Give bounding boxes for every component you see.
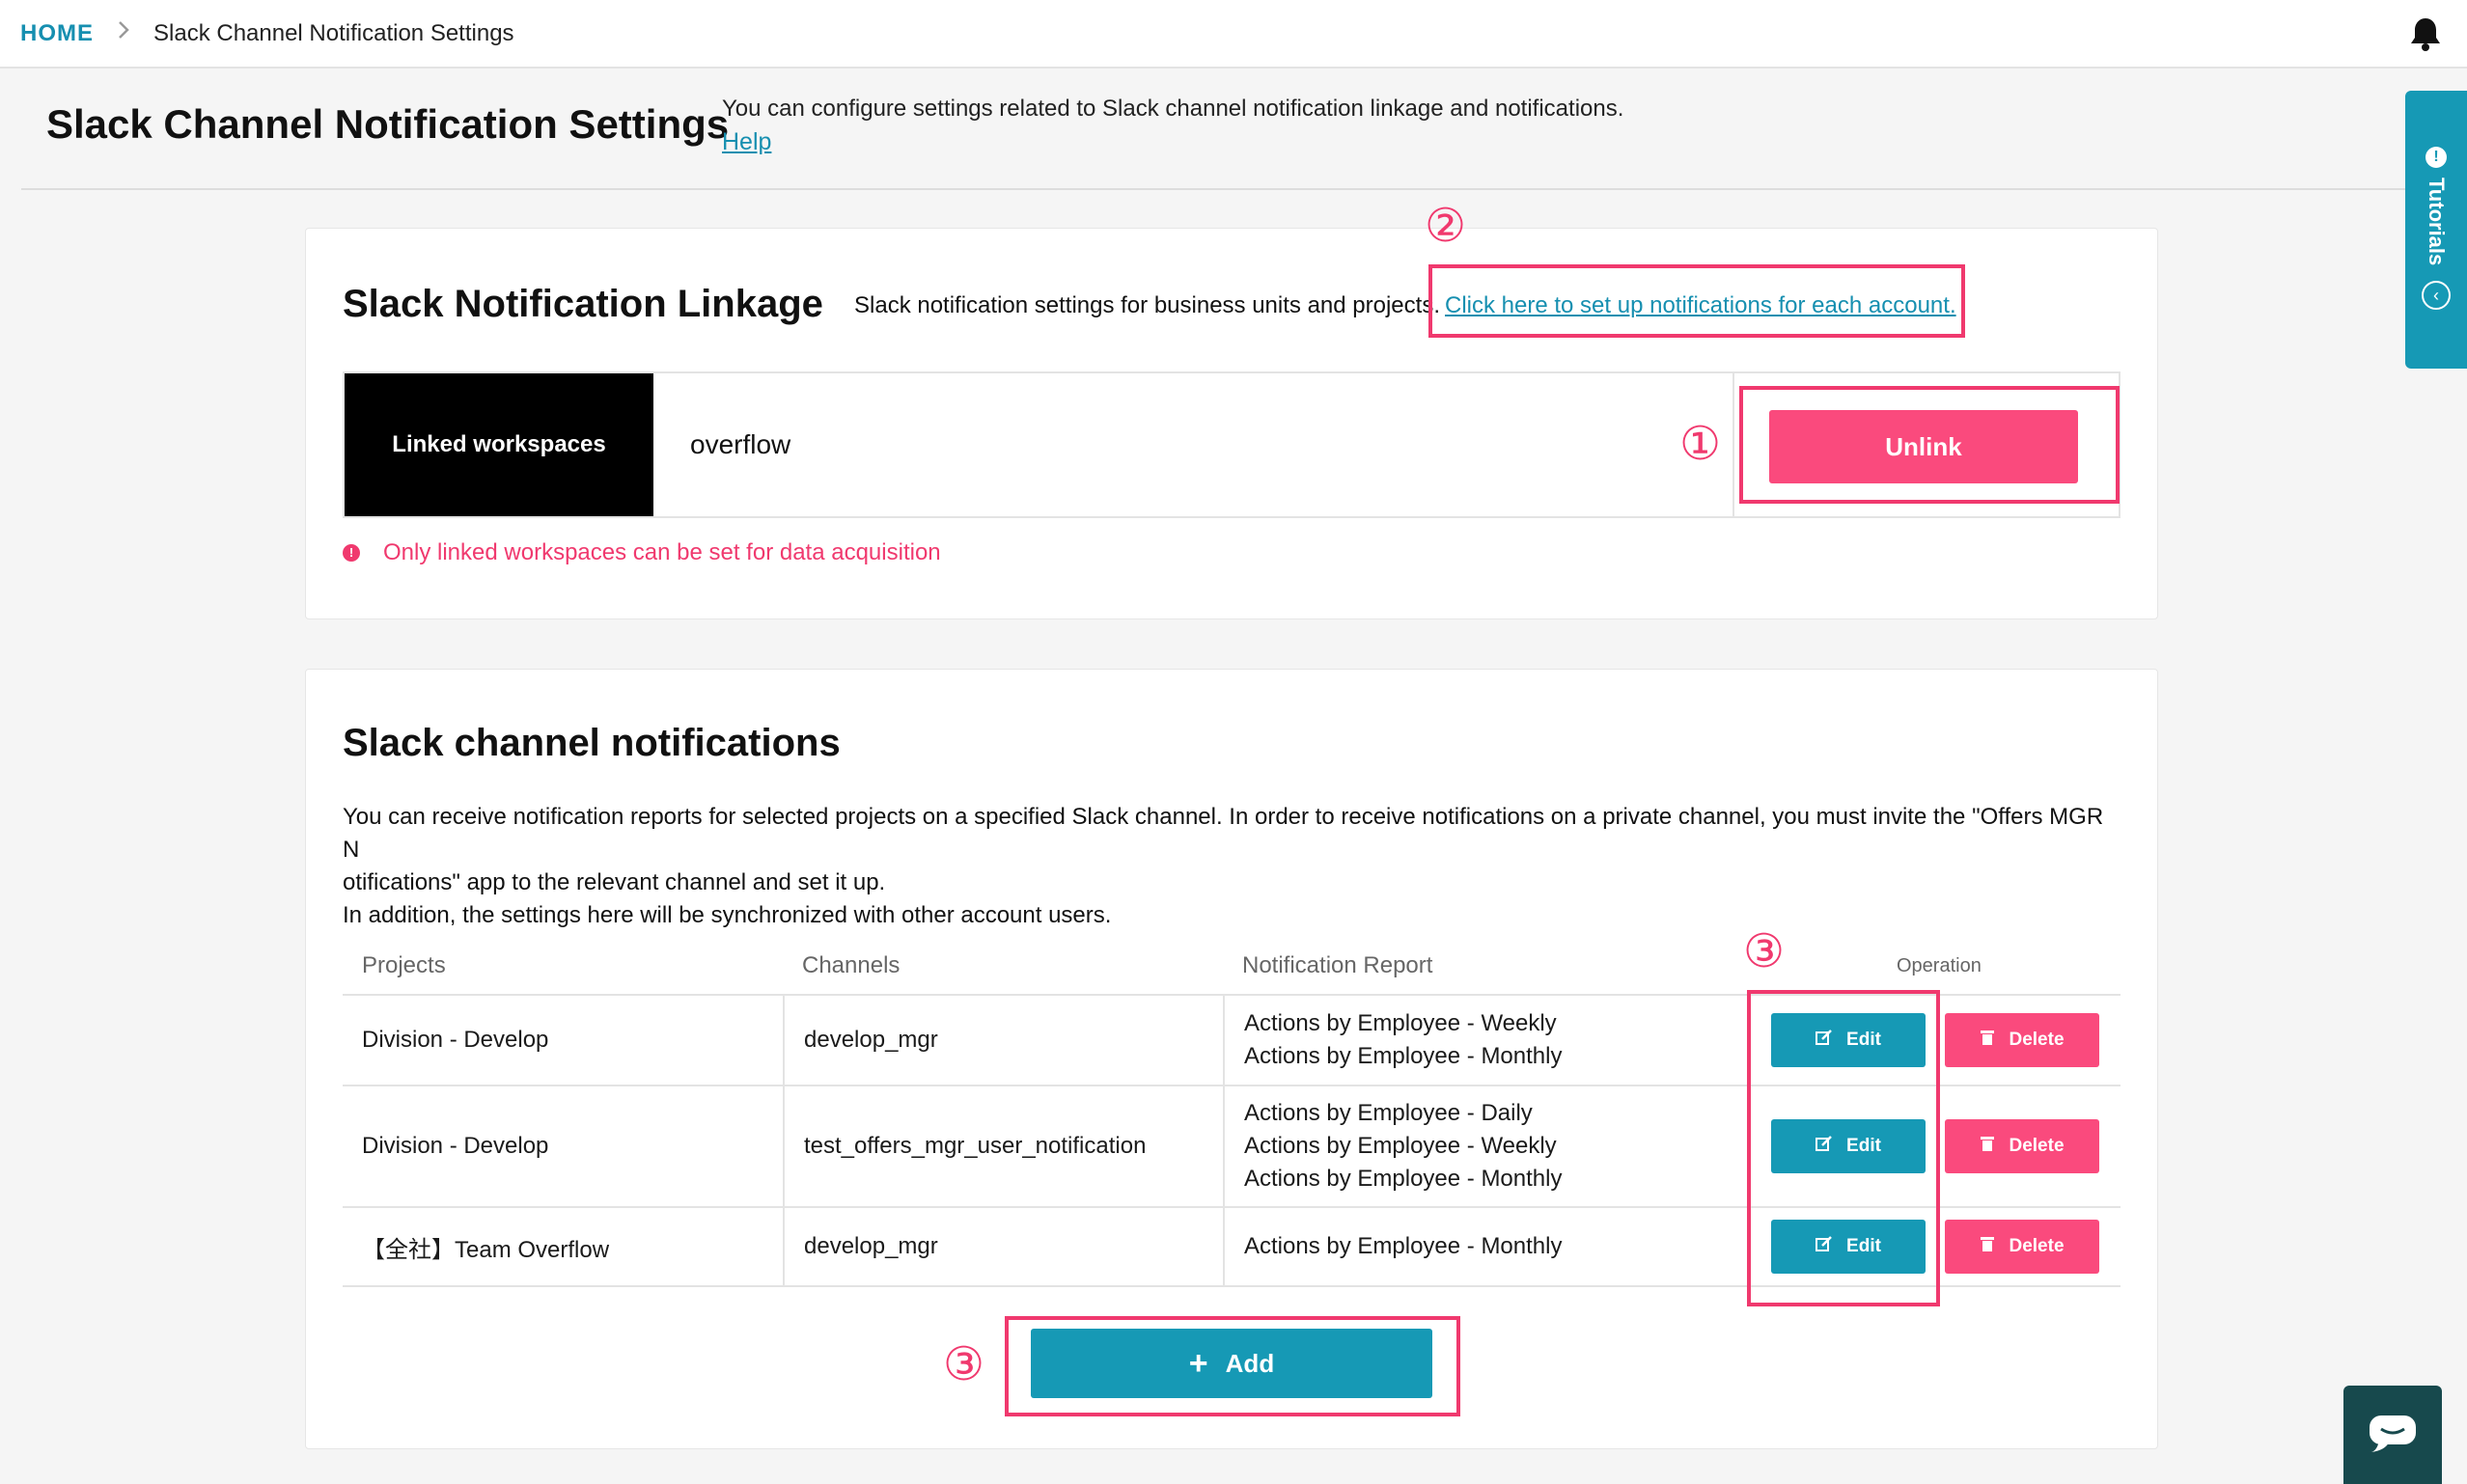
workspace-note-text: Only linked workspaces can be set for da…: [383, 539, 941, 565]
project-cell: Division - Develop: [362, 1027, 549, 1053]
column-header-projects: Projects: [362, 952, 446, 978]
channel-cell: develop_mgr: [783, 996, 1223, 1085]
workspace-note: ! Only linked workspaces can be set for …: [343, 539, 941, 566]
report-item: Actions by Employee - Weekly: [1244, 1133, 1557, 1159]
workspace-value: overflow: [690, 429, 791, 459]
column-header-channels: Channels: [802, 952, 901, 978]
warning-icon: !: [343, 544, 360, 562]
project-cell: Division - Develop: [362, 1133, 549, 1159]
trash-icon: [1980, 1235, 1995, 1258]
column-header-operation: Operation: [1897, 954, 1982, 976]
help-link[interactable]: Help: [722, 128, 771, 156]
description-line-2: otifications" app to the relevant channe…: [343, 869, 886, 895]
channel-notifications-title: Slack channel notifications: [343, 722, 841, 764]
report-item: Actions by Employee - Daily: [1244, 1100, 1533, 1126]
page-description: You can configure settings related to Sl…: [722, 96, 1624, 122]
trash-icon: [1980, 1029, 1995, 1052]
description-line-1: You can receive notification reports for…: [343, 804, 2104, 863]
chevron-left-icon[interactable]: ‹: [2422, 281, 2451, 311]
annotation-box-unlink: [1739, 386, 2120, 504]
report-item: Actions by Employee - Monthly: [1244, 1043, 1563, 1069]
breadcrumb-current: Slack Channel Notification Settings: [153, 19, 514, 46]
info-icon: !: [2425, 147, 2447, 168]
channel-notifications-description: You can receive notification reports for…: [343, 801, 2124, 932]
bell-icon[interactable]: [2409, 16, 2442, 51]
trash-icon: [1980, 1135, 1995, 1158]
delete-button[interactable]: Delete: [1945, 1220, 2099, 1274]
tutorials-label: Tutorials: [2425, 178, 2449, 266]
report-cell: Actions by Employee - Daily Actions by E…: [1223, 1086, 1744, 1206]
tutorials-tab[interactable]: ! Tutorials ‹: [2405, 91, 2467, 369]
description-line-3: In addition, the settings here will be s…: [343, 902, 1112, 928]
report-item: Actions by Employee - Weekly: [1244, 1010, 1557, 1036]
breadcrumb-home-link[interactable]: HOME: [20, 20, 94, 47]
delete-button[interactable]: Delete: [1945, 1013, 2099, 1067]
report-item: Actions by Employee - Monthly: [1244, 1166, 1563, 1192]
delete-label: Delete: [2009, 1136, 2065, 1156]
delete-button[interactable]: Delete: [1945, 1119, 2099, 1173]
report-item: Actions by Employee - Monthly: [1244, 1233, 1563, 1259]
linkage-description: Slack notification settings for business…: [854, 292, 1440, 318]
project-cell: 【全社】Team Overflow: [362, 1236, 610, 1263]
annotation-box-edit: [1747, 990, 1940, 1306]
annotation-box-add: [1005, 1316, 1460, 1416]
column-header-report: Notification Report: [1242, 952, 1433, 978]
annotation-number-3-add: ③: [943, 1337, 985, 1391]
top-bar: HOME Slack Channel Notification Settings: [0, 0, 2467, 69]
chat-icon: [2366, 1412, 2420, 1459]
breadcrumb-chevron-icon: [117, 19, 130, 47]
linkage-title: Slack Notification Linkage: [343, 283, 823, 325]
annotation-number-2: ②: [1425, 199, 1467, 253]
workspace-label: Linked workspaces: [345, 373, 653, 516]
table-header: Projects Channels Notification Report Op…: [343, 938, 2121, 996]
page-title: Slack Channel Notification Settings: [46, 101, 730, 147]
channel-cell: test_offers_mgr_user_notification: [783, 1086, 1223, 1206]
chat-widget-button[interactable]: [2343, 1386, 2442, 1484]
annotation-number-3-edit: ③: [1743, 924, 1786, 978]
delete-label: Delete: [2009, 1030, 2065, 1050]
page-header: Slack Channel Notification Settings You …: [21, 69, 2415, 190]
report-cell: Actions by Employee - Weekly Actions by …: [1223, 996, 1744, 1085]
channel-cell: develop_mgr: [783, 1208, 1223, 1285]
delete-label: Delete: [2009, 1236, 2065, 1256]
annotation-box-account-link: [1428, 264, 1965, 338]
annotation-number-1: ①: [1679, 417, 1722, 471]
report-cell: Actions by Employee - Monthly: [1223, 1208, 1744, 1285]
